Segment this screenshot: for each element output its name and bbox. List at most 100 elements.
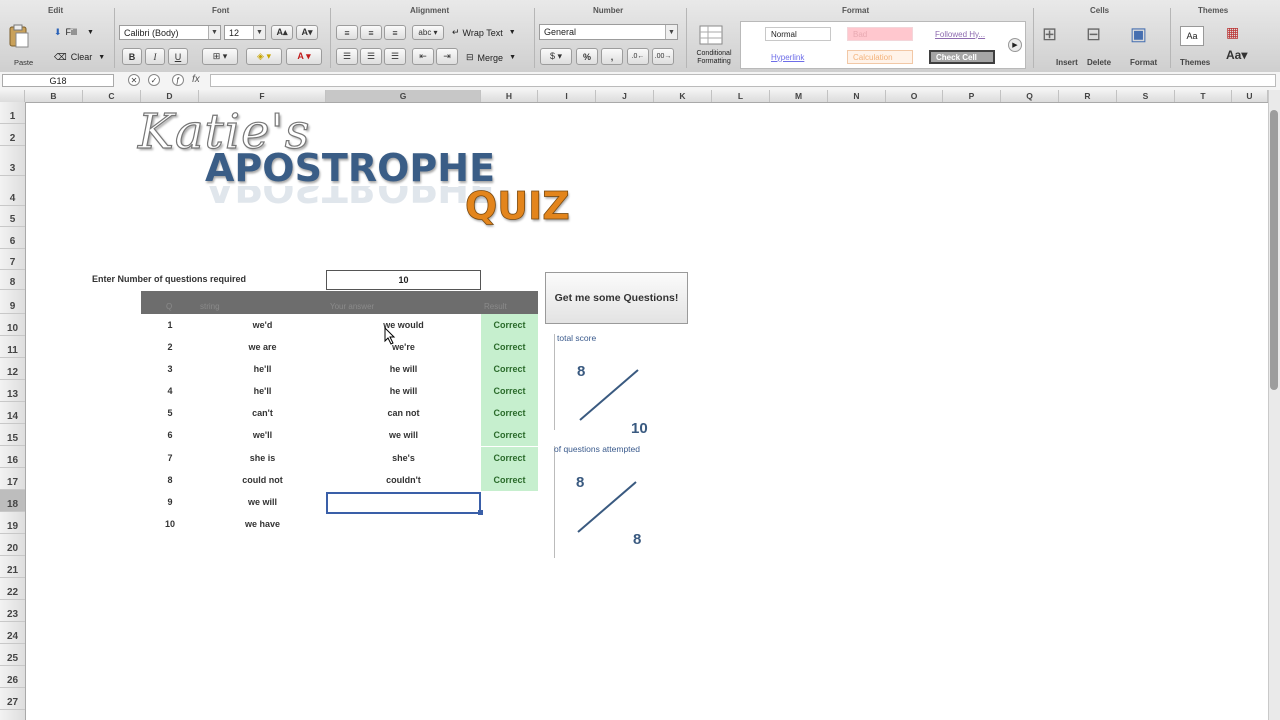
align-left-button[interactable]: ☰ bbox=[336, 48, 358, 65]
question-string[interactable]: we'd bbox=[199, 320, 326, 330]
conditional-formatting-button[interactable]: Conditional Formatting bbox=[692, 22, 734, 68]
wrap-text-button[interactable]: ↵ Wrap Text ▼ bbox=[452, 25, 532, 40]
question-string[interactable]: he'll bbox=[199, 386, 326, 396]
active-cell-selection[interactable] bbox=[326, 492, 481, 514]
insert-cells-button[interactable]: ⊞ Insert bbox=[1040, 24, 1078, 68]
row-header[interactable]: 7 bbox=[0, 249, 25, 270]
row-header[interactable]: 18 bbox=[0, 490, 25, 512]
select-all-corner[interactable] bbox=[0, 90, 25, 102]
row-header[interactable]: 20 bbox=[0, 534, 25, 556]
row-header[interactable]: 21 bbox=[0, 556, 25, 578]
italic-button[interactable]: I bbox=[145, 48, 165, 65]
function-wizard-icon[interactable]: ƒ bbox=[172, 74, 184, 86]
row-header[interactable]: 11 bbox=[0, 336, 25, 358]
align-right-button[interactable]: ☰ bbox=[384, 48, 406, 65]
column-header[interactable]: I bbox=[538, 90, 596, 102]
column-header[interactable]: K bbox=[654, 90, 712, 102]
row-header[interactable]: 19 bbox=[0, 512, 25, 534]
decrease-font-button[interactable]: A▾ bbox=[296, 25, 318, 40]
style-hyperlink[interactable]: Hyperlink bbox=[765, 50, 831, 64]
column-header[interactable]: D bbox=[141, 90, 199, 102]
row-header[interactable]: 23 bbox=[0, 600, 25, 622]
column-header[interactable]: U bbox=[1232, 90, 1268, 102]
decrease-decimal-button[interactable]: .00→ bbox=[652, 48, 674, 65]
number-format-select[interactable]: General ▼ bbox=[539, 24, 678, 40]
question-string[interactable]: can't bbox=[199, 408, 326, 418]
row-header[interactable]: 27 bbox=[0, 688, 25, 710]
answer-cell[interactable]: he will bbox=[326, 386, 481, 396]
bold-button[interactable]: B bbox=[122, 48, 142, 65]
underline-button[interactable]: U bbox=[168, 48, 188, 65]
row-header[interactable]: 6 bbox=[0, 227, 25, 249]
row-header[interactable]: 10 bbox=[0, 314, 25, 336]
answer-cell[interactable]: we're bbox=[326, 342, 481, 352]
increase-font-button[interactable]: A▴ bbox=[271, 25, 293, 40]
confirm-icon[interactable]: ✓ bbox=[148, 74, 160, 86]
merge-button[interactable]: ⊟ Merge ▼ bbox=[466, 50, 532, 65]
fill-button[interactable]: ⬇ Fill ▼ bbox=[54, 25, 110, 39]
cancel-icon[interactable]: ✕ bbox=[128, 74, 140, 86]
column-header[interactable]: F bbox=[199, 90, 326, 102]
column-header[interactable]: M bbox=[770, 90, 828, 102]
align-center-button[interactable]: ☰ bbox=[360, 48, 382, 65]
question-string[interactable]: he'll bbox=[199, 364, 326, 374]
style-calculation[interactable]: Calculation bbox=[847, 50, 913, 64]
row-header[interactable]: 22 bbox=[0, 578, 25, 600]
question-string[interactable]: she is bbox=[199, 453, 326, 463]
style-bad[interactable]: Bad bbox=[847, 27, 913, 41]
paste-button[interactable] bbox=[8, 24, 34, 52]
style-followed-hyperlink[interactable]: Followed Hy... bbox=[929, 27, 995, 41]
question-string[interactable]: could not bbox=[199, 475, 326, 485]
get-questions-button[interactable]: Get me some Questions! bbox=[545, 272, 688, 324]
result-cell[interactable]: Correct bbox=[481, 402, 538, 424]
question-string[interactable]: we have bbox=[199, 519, 326, 529]
scrollbar-thumb[interactable] bbox=[1270, 110, 1278, 390]
percent-format-button[interactable]: % bbox=[576, 48, 598, 65]
delete-cells-button[interactable]: ⊟ Delete bbox=[1084, 24, 1120, 68]
row-header[interactable]: 8 bbox=[0, 270, 25, 290]
question-string[interactable]: we are bbox=[199, 342, 326, 352]
name-box[interactable]: G18 bbox=[2, 74, 114, 87]
result-cell[interactable]: Correct bbox=[481, 314, 538, 336]
themes-button[interactable]: Aa Themes bbox=[1178, 24, 1218, 68]
question-count-cell[interactable]: 10 bbox=[326, 270, 481, 290]
answer-cell[interactable]: couldn't bbox=[326, 475, 481, 485]
question-string[interactable]: we will bbox=[199, 497, 326, 507]
question-string[interactable]: we'll bbox=[199, 430, 326, 440]
column-header[interactable]: J bbox=[596, 90, 654, 102]
row-header[interactable]: 9 bbox=[0, 290, 25, 314]
row-header[interactable]: 25 bbox=[0, 644, 25, 666]
row-header[interactable]: 16 bbox=[0, 446, 25, 468]
column-header[interactable]: B bbox=[25, 90, 83, 102]
result-cell[interactable]: Correct bbox=[481, 469, 538, 491]
column-header[interactable]: R bbox=[1059, 90, 1117, 102]
row-header[interactable]: 1 bbox=[0, 102, 25, 124]
column-header[interactable]: N bbox=[828, 90, 886, 102]
row-header[interactable]: 4 bbox=[0, 176, 25, 206]
row-header[interactable]: 24 bbox=[0, 622, 25, 644]
format-cells-button[interactable]: ▣ Format bbox=[1126, 24, 1166, 68]
row-header[interactable]: 3 bbox=[0, 146, 25, 176]
increase-decimal-button[interactable]: .0← bbox=[627, 48, 649, 65]
column-header[interactable]: H bbox=[481, 90, 538, 102]
font-size-select[interactable]: 12 ▼ bbox=[224, 25, 266, 40]
fill-color-button[interactable]: ◈ ▾ bbox=[246, 48, 282, 65]
result-cell[interactable]: Correct bbox=[481, 358, 538, 380]
column-header[interactable]: P bbox=[943, 90, 1001, 102]
align-bottom-button[interactable]: ≡ bbox=[384, 25, 406, 40]
answer-cell[interactable]: we would bbox=[326, 320, 481, 330]
row-header[interactable]: 12 bbox=[0, 358, 25, 380]
answer-cell[interactable]: she's bbox=[326, 453, 481, 463]
result-cell[interactable]: Correct bbox=[481, 336, 538, 358]
align-middle-button[interactable]: ≡ bbox=[360, 25, 382, 40]
orientation-button[interactable]: abc ▾ bbox=[412, 25, 444, 40]
borders-button[interactable]: ⊞ ▾ bbox=[202, 48, 238, 65]
column-header[interactable]: O bbox=[886, 90, 943, 102]
decrease-indent-button[interactable]: ⇤ bbox=[412, 48, 434, 65]
column-header[interactable]: S bbox=[1117, 90, 1175, 102]
column-header[interactable]: G bbox=[326, 90, 481, 102]
result-cell[interactable]: Correct bbox=[481, 380, 538, 402]
comma-format-button[interactable]: , bbox=[601, 48, 623, 65]
theme-fonts-button[interactable]: Aa▾ bbox=[1226, 48, 1252, 66]
answer-cell[interactable]: he will bbox=[326, 364, 481, 374]
